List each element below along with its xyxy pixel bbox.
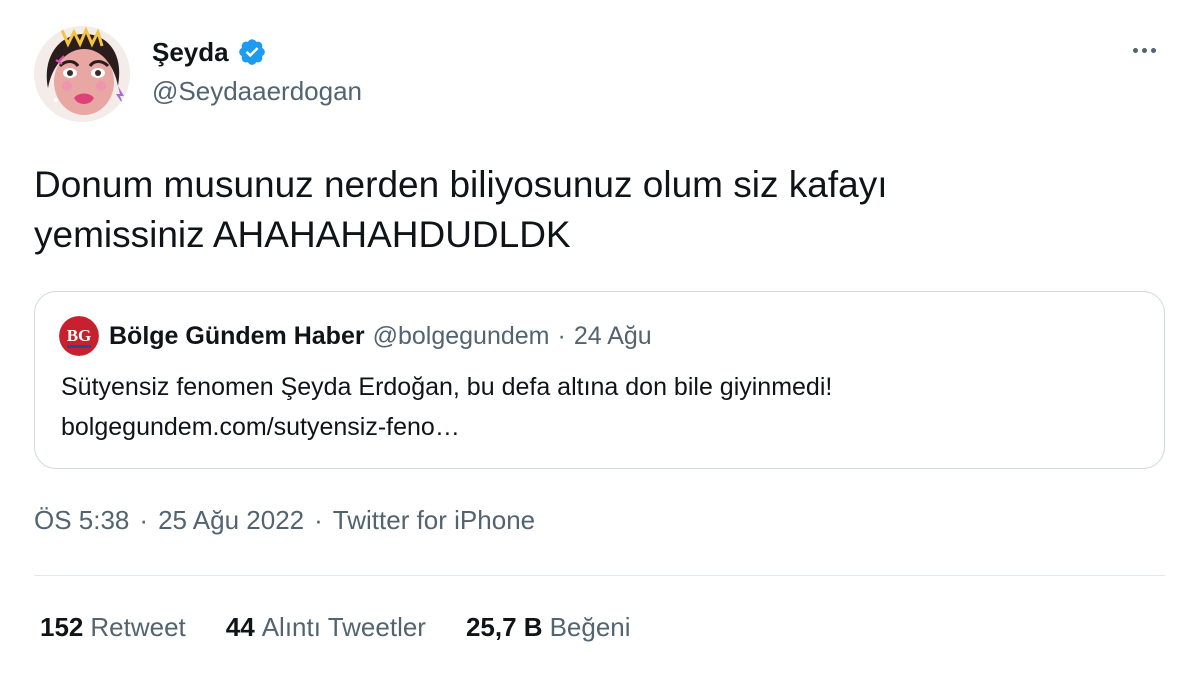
author-name-row: Şeyda: [152, 34, 362, 70]
tweet-stats: 152 Retweet 44 Alıntı Tweetler 25,7 B Be…: [40, 612, 671, 643]
quoted-tweet-header: BG Bölge Gündem Haber @bolgegundem · 24 …: [59, 316, 652, 356]
separator-dot: ·: [557, 321, 566, 350]
verified-badge-icon: [237, 37, 267, 67]
quoted-author-handle: @bolgegundem: [372, 321, 550, 350]
divider: [34, 575, 1165, 576]
quoted-tweet-body: Sütyensiz fenomen Şeyda Erdoğan, bu defa…: [61, 373, 833, 401]
retweets-stat[interactable]: 152 Retweet: [40, 612, 186, 643]
more-dot: [1141, 47, 1147, 53]
quote-tweets-label: Alıntı Tweetler: [261, 612, 426, 642]
quoted-tweet-link[interactable]: bolgegundem.com/sutyensiz-feno…: [61, 407, 1141, 447]
separator-dot: ·: [139, 505, 149, 535]
tweet-date[interactable]: 25 Ağu 2022: [158, 505, 304, 536]
quoted-author-avatar: BG: [59, 316, 99, 356]
quote-tweets-count: 44: [225, 612, 255, 642]
quoted-tweet-card[interactable]: BG Bölge Gündem Haber @bolgegundem · 24 …: [34, 291, 1165, 469]
tweet-author: Şeyda @Seydaaerdogan: [152, 34, 362, 107]
retweets-label: Retweet: [90, 612, 186, 642]
likes-label: Beğeni: [549, 612, 631, 642]
more-dot: [1150, 47, 1156, 53]
avatar-image: [34, 26, 130, 122]
more-options-icon[interactable]: [1124, 36, 1164, 64]
quoted-author-logo-text: BG: [67, 326, 92, 345]
tweet-source[interactable]: Twitter for iPhone: [333, 505, 535, 536]
author-display-name[interactable]: Şeyda: [152, 37, 229, 68]
avatar[interactable]: [34, 26, 130, 122]
likes-count: 25,7 B: [465, 612, 543, 642]
quoted-tweet-text: Sütyensiz fenomen Şeyda Erdoğan, bu defa…: [61, 367, 1141, 447]
more-dot: [1132, 47, 1138, 53]
tweet-meta: ÖS 5:38 · 25 Ağu 2022 · Twitter for iPho…: [34, 505, 535, 536]
tweet-time[interactable]: ÖS 5:38: [34, 505, 129, 536]
quote-tweets-stat[interactable]: 44 Alıntı Tweetler: [226, 612, 426, 643]
quoted-tweet-date: 24 Ağu: [573, 321, 652, 350]
likes-stat[interactable]: 25,7 B Beğeni: [466, 612, 631, 643]
tweet-detail: Şeyda @Seydaaerdogan Donum musunuz nerde…: [0, 0, 1190, 678]
separator-dot: ·: [314, 505, 323, 535]
tweet-text-line: Donum musunuz nerden biliyosunuz olum si…: [34, 164, 888, 205]
tweet-text-line: yemissiniz AHAHAHAHDUDLDK: [34, 214, 571, 255]
author-handle[interactable]: @Seydaaerdogan: [152, 76, 362, 107]
tweet-text: Donum musunuz nerden biliyosunuz olum si…: [34, 160, 1154, 260]
quoted-author-name: Bölge Gündem Haber: [109, 321, 365, 350]
retweets-count: 152: [40, 612, 84, 642]
